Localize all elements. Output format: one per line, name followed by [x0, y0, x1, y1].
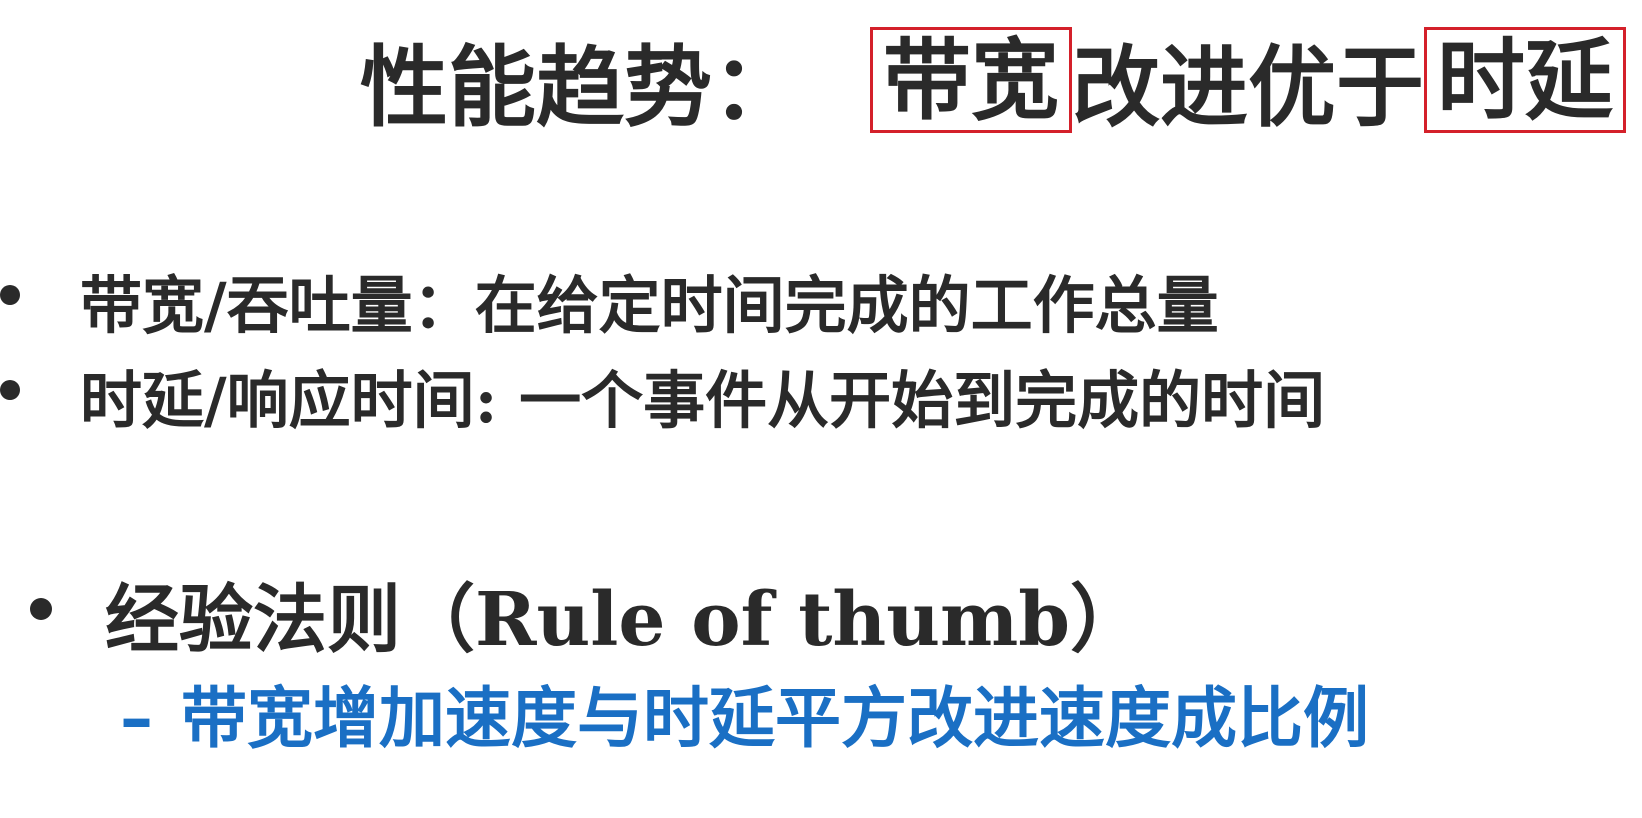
rule-sub-text: 带宽增加速度与时延平方改进速度成比例 [181, 680, 1369, 757]
title-middle: 改进优于 [1072, 34, 1425, 139]
bullet-text: 时延/响应时间: 一个事件从开始到完成的时间 [80, 364, 1326, 437]
title-highlight-latency: 时延 [1424, 27, 1627, 133]
bullet-dot-icon [30, 598, 52, 620]
dash-icon: – [120, 680, 153, 757]
rule-heading: 经验法则（Rule of thumb） [105, 577, 1145, 663]
bullet-text: 带宽/吞吐量：在给定时间完成的工作总量 [80, 269, 1219, 342]
title-prefix: 性能趋势： [360, 34, 801, 139]
title-highlight-bandwidth: 带宽 [870, 27, 1073, 133]
bullet-dot-icon [0, 285, 20, 305]
slide-title: 性能趋势： 带宽 改进优于 时延 [360, 20, 1627, 140]
bullet-dot-icon [0, 380, 20, 400]
slide: 性能趋势： 带宽 改进优于 时延 带宽/吞吐量：在给定时间完成的工作总量 时延/… [0, 0, 1642, 818]
rule-sub-point: – 带宽增加速度与时延平方改进速度成比例 [120, 665, 1369, 761]
